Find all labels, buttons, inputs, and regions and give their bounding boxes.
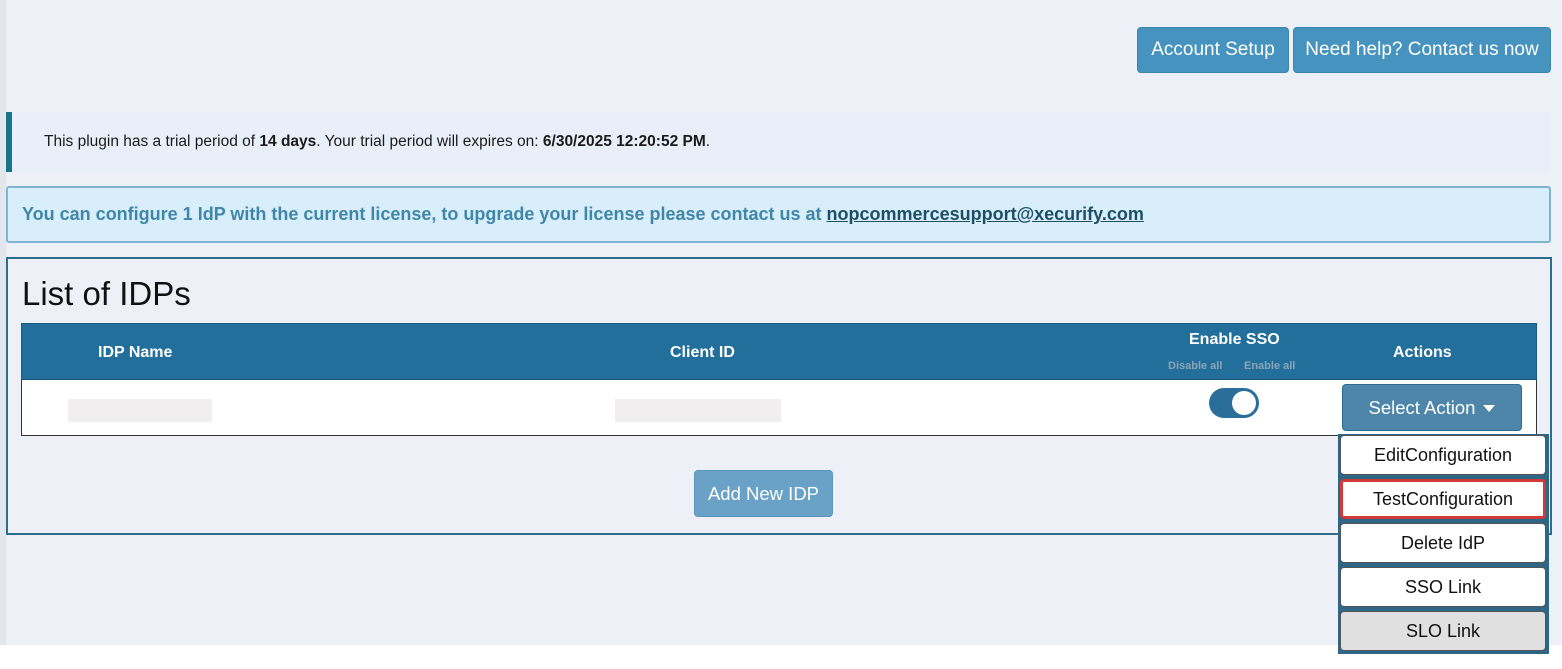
table-row: Select Action [21,380,1537,436]
menu-item-sso-link[interactable]: SSO Link [1340,567,1546,607]
select-action-label: Select Action [1368,396,1476,418]
select-action-button[interactable]: Select Action [1342,384,1522,431]
enable-all-link[interactable]: Enable all [1244,360,1295,372]
menu-item-edit-configuration[interactable]: EditConfiguration [1340,435,1546,475]
idp-name-cell-redacted [68,399,212,422]
column-header-enable-sso: Enable SSO [1189,331,1280,348]
menu-item-delete-idp[interactable]: Delete IdP [1340,523,1546,563]
action-dropdown-menu: EditConfiguration TestConfiguration Dele… [1338,434,1549,654]
trial-text-middle: . Your trial period will expires on: [316,133,543,150]
support-email-link[interactable]: nopcommercesupport@xecurify.com [827,204,1144,225]
column-header-idp-name: IDP Name [98,344,173,361]
add-new-idp-button[interactable]: Add New IDP [694,470,833,517]
page-title: List of IDPs [22,275,191,312]
trial-notice: This plugin has a trial period of 14 day… [6,112,1550,172]
menu-item-slo-link[interactable]: SLO Link [1340,611,1546,651]
column-header-client-id: Client ID [670,344,735,361]
caret-down-icon [1483,405,1496,412]
account-setup-button[interactable]: Account Setup [1137,27,1289,73]
toggle-knob [1232,391,1256,415]
column-header-actions: Actions [1393,344,1452,361]
trial-text-prefix: This plugin has a trial period of [44,133,260,150]
trial-expiry-date: 6/30/2025 12:20:52 PM [542,133,706,150]
idp-table-header: IDP Name Client ID Enable SSO Disable al… [21,323,1537,380]
trial-text-suffix: . [705,133,711,150]
disable-all-link[interactable]: Disable all [1168,360,1222,372]
menu-item-test-configuration[interactable]: TestConfiguration [1340,479,1546,519]
contact-help-button[interactable]: Need help? Contact us now [1293,27,1551,73]
enable-sso-toggle[interactable] [1209,388,1259,418]
license-notice: You can configure 1 IdP with the current… [6,186,1551,243]
client-id-cell-redacted [615,399,781,422]
trial-days: 14 days [259,133,317,150]
license-text: You can configure 1 IdP with the current… [22,204,822,224]
